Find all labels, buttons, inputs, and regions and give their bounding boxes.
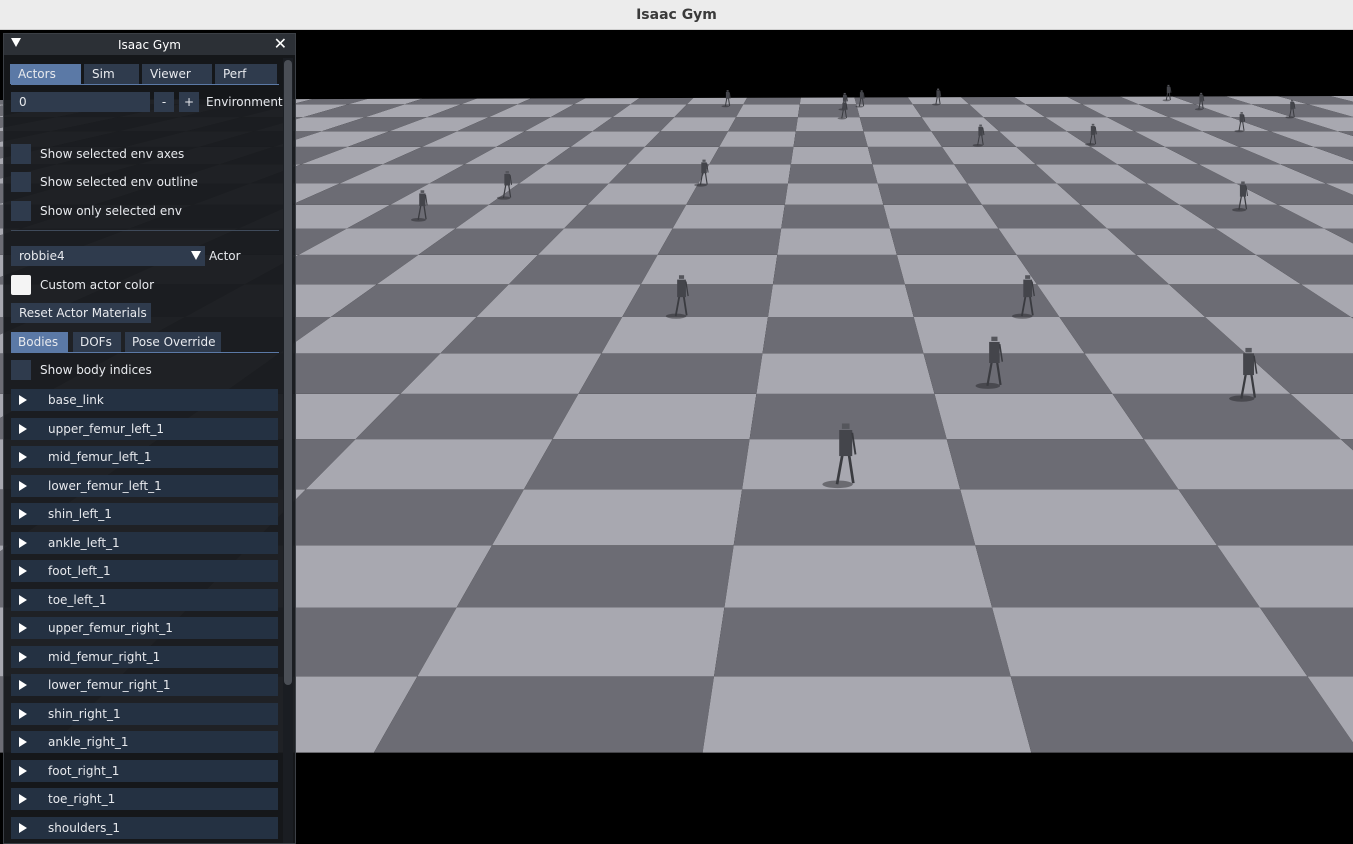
floor-tile [768, 284, 914, 317]
floor-tile [777, 229, 897, 255]
floor-tile [785, 184, 884, 205]
floor-tile [763, 317, 924, 353]
floor-tile [417, 608, 724, 677]
floor-tile [622, 284, 773, 317]
floor-tile [788, 164, 878, 183]
floor-tile [781, 205, 890, 229]
floor-tile [883, 205, 998, 229]
floor-tile [935, 394, 1144, 439]
floor-tile [924, 353, 1113, 394]
floor-tile [890, 229, 1017, 255]
floor-tile [905, 284, 1060, 317]
floor-tile [878, 184, 982, 205]
window-title: Isaac Gym [636, 7, 717, 23]
floor-tile [756, 353, 934, 394]
floor-tile [796, 117, 864, 131]
floor-tile [709, 147, 793, 164]
floor-tile [553, 394, 757, 439]
floor-tile [798, 104, 860, 117]
floor-tile [975, 545, 1260, 607]
floor-tile [734, 489, 976, 545]
floor-tile [492, 489, 742, 545]
floor-tile [864, 131, 943, 147]
floor-tile [602, 317, 769, 353]
floor-tile [641, 255, 777, 284]
floor-tile [1144, 439, 1353, 489]
floor-tile [698, 164, 791, 183]
floor-tile [791, 147, 873, 164]
floor-tile [1011, 676, 1353, 752]
floor-tile [719, 131, 796, 147]
floor-tile [947, 439, 1179, 489]
floor-tile [686, 184, 788, 205]
floor-tile [724, 545, 992, 607]
floor-tile [960, 489, 1217, 545]
floor-tile [773, 255, 905, 284]
floor-tile [860, 117, 932, 131]
floor-tile [897, 255, 1037, 284]
floor-tile [673, 205, 785, 229]
floor-tile [794, 131, 868, 147]
window-titlebar: Isaac Gym [0, 0, 1353, 30]
floor-tile [457, 545, 734, 607]
floor-tile [714, 608, 1011, 677]
floor-tile [658, 229, 782, 255]
floor-tile [578, 353, 762, 394]
floor-tile [728, 117, 798, 131]
floor-tile [872, 164, 967, 183]
floor-tile [992, 608, 1307, 677]
floor-tile [374, 676, 714, 752]
floor-tile [703, 676, 1032, 752]
floor-tile [868, 147, 954, 164]
floor-tile [524, 439, 750, 489]
floor-tile [736, 104, 800, 117]
floor-tile [856, 104, 921, 117]
